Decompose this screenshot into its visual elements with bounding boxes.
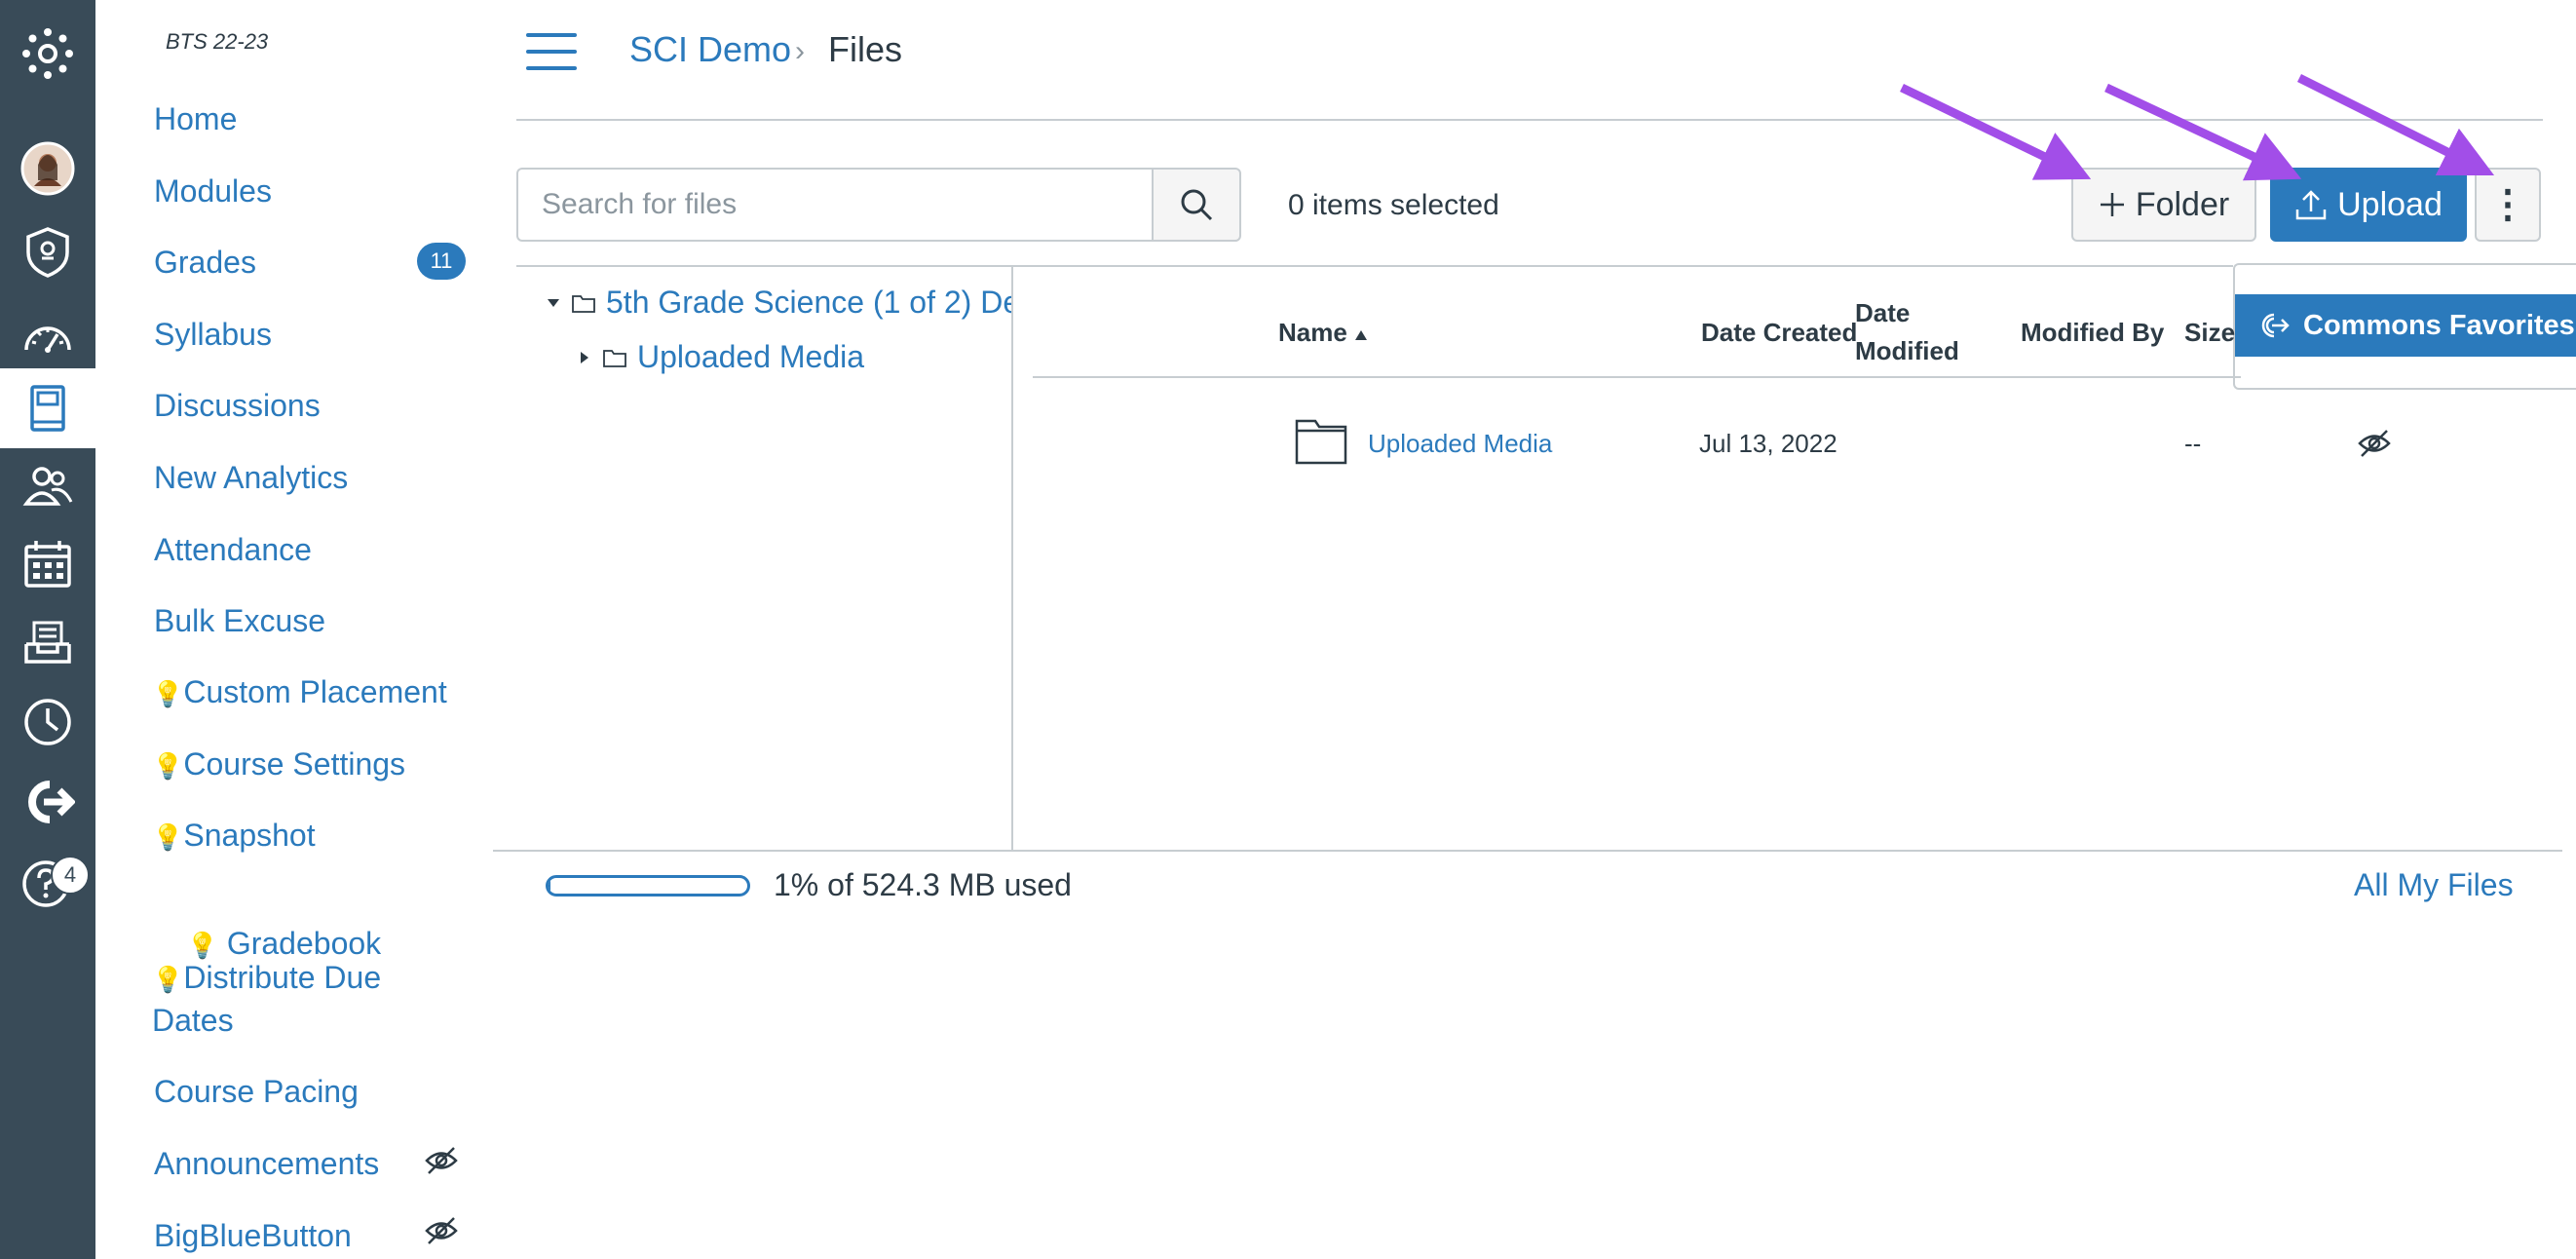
breadcrumb-course-link[interactable]: SCI Demo [629, 29, 791, 70]
arrow-to-folder-button [1900, 83, 2092, 180]
course-nav-custom-placement[interactable]: 💡Custom Placement [152, 674, 447, 710]
caret-right-icon[interactable] [577, 350, 592, 365]
header-divider [516, 119, 2543, 121]
course-nav-attendance[interactable]: Attendance [154, 532, 312, 568]
term-label: BTS 22-23 [166, 29, 269, 54]
kebab-menu-icon: ⋮ [2488, 183, 2527, 226]
course-nav-announcements[interactable]: Announcements [154, 1146, 379, 1182]
commons-icon [2261, 313, 2290, 338]
arrow-to-more-button [2296, 73, 2495, 176]
add-folder-button[interactable]: Folder [2071, 168, 2256, 242]
date-created-cell: Jul 13, 2022 [1699, 429, 1837, 458]
pane-top-divider [516, 265, 2233, 267]
arrow-to-upload-button [2104, 83, 2302, 181]
size-cell: -- [2184, 429, 2202, 458]
help-icon[interactable]: 4 [0, 840, 95, 920]
tree-root-folder[interactable]: 5th Grade Science (1 of 2) Demo [546, 285, 1011, 321]
pane-vertical-divider [1011, 265, 1013, 850]
groups-icon[interactable] [0, 446, 95, 526]
lightbulb-icon: 💡 [152, 822, 184, 852]
storage-quota-bar [546, 875, 750, 897]
history-icon[interactable] [0, 682, 95, 762]
account-avatar-icon[interactable] [0, 129, 95, 209]
calendar-icon[interactable] [0, 524, 95, 604]
page-title: Files [828, 29, 903, 69]
search-input[interactable] [516, 168, 1154, 242]
course-nav-course-pacing[interactable]: Course Pacing [154, 1074, 359, 1110]
table-header-divider [1033, 376, 2241, 378]
course-nav-new-analytics[interactable]: New Analytics [154, 460, 348, 496]
tree-child-folder[interactable]: Uploaded Media [577, 339, 864, 375]
selected-count: 0 items selected [1288, 189, 1499, 221]
hidden-eye-icon [425, 1147, 458, 1174]
folder-tree: 5th Grade Science (1 of 2) Demo Uploaded… [546, 283, 1011, 400]
lightbulb-icon: 💡 [152, 965, 184, 994]
course-nav-course-settings[interactable]: 💡Course Settings [152, 746, 405, 782]
course-nav-grades[interactable]: Grades [154, 245, 256, 281]
plus-icon [2100, 193, 2124, 216]
help-count-badge: 4 [51, 856, 90, 895]
column-size[interactable]: Size [2184, 318, 2235, 348]
folder-icon [603, 349, 626, 367]
course-nav-bulk-excuse[interactable]: Bulk Excuse [154, 603, 325, 639]
storage-quota-text: 1% of 524.3 MB used [774, 867, 1072, 902]
more-options-button[interactable]: ⋮ [2475, 168, 2541, 242]
search-button[interactable] [1152, 168, 1241, 242]
hidden-eye-icon [425, 1217, 458, 1244]
folder-icon [1295, 419, 1347, 465]
lightbulb-icon: 💡 [152, 679, 184, 708]
footer-divider [493, 850, 2562, 852]
course-nav-syllabus[interactable]: Syllabus [154, 317, 272, 353]
menu-item-commons-favorites[interactable]: Commons Favorites [2235, 294, 2576, 357]
lightbulb-icon: 💡 [186, 931, 218, 960]
commons-icon[interactable] [0, 762, 95, 842]
lightbulb-icon: 💡 [152, 751, 184, 781]
admin-shield-icon[interactable] [0, 212, 95, 292]
all-my-files-link[interactable]: All My Files [2354, 867, 2514, 903]
courses-icon[interactable] [0, 368, 95, 448]
folder-icon [572, 294, 595, 313]
course-nav-distribute-due-dates[interactable]: 💡Distribute Due Dates [152, 957, 444, 1041]
upload-icon [2295, 190, 2327, 220]
column-date-created[interactable]: Date Created [1701, 318, 1857, 348]
course-nav-snapshot[interactable]: 💡Snapshot [152, 818, 316, 854]
dashboard-icon[interactable] [0, 296, 95, 376]
hidden-eye-icon[interactable] [2358, 429, 2391, 458]
search-icon [1181, 189, 1213, 221]
course-nav-bigbluebutton[interactable]: BigBlueButton [154, 1218, 352, 1254]
grades-count-badge: 11 [417, 243, 466, 280]
course-navigation: BTS 22-23 Home Modules Grades 11 Syllabu… [95, 0, 493, 1259]
global-navigation: 4 [0, 0, 95, 1259]
course-nav-discussions[interactable]: Discussions [154, 388, 321, 424]
caret-down-icon[interactable] [546, 295, 561, 311]
column-name[interactable]: Name [1278, 318, 1368, 348]
course-nav-home[interactable]: Home [154, 101, 237, 137]
column-date-modified[interactable]: Date Modified [1855, 298, 1959, 366]
breadcrumb-separator: › [795, 35, 805, 67]
menu-toggle-icon[interactable] [526, 33, 577, 70]
sort-ascending-icon [1355, 330, 1368, 340]
inbox-icon[interactable] [0, 602, 95, 682]
canvas-logo-icon[interactable] [0, 14, 95, 94]
column-modified-by[interactable]: Modified By [2021, 318, 2164, 348]
course-nav-modules[interactable]: Modules [154, 173, 272, 210]
upload-button[interactable]: Upload [2270, 168, 2467, 242]
file-name-link[interactable]: Uploaded Media [1368, 429, 1552, 459]
storage-quota-fill [549, 878, 551, 894]
